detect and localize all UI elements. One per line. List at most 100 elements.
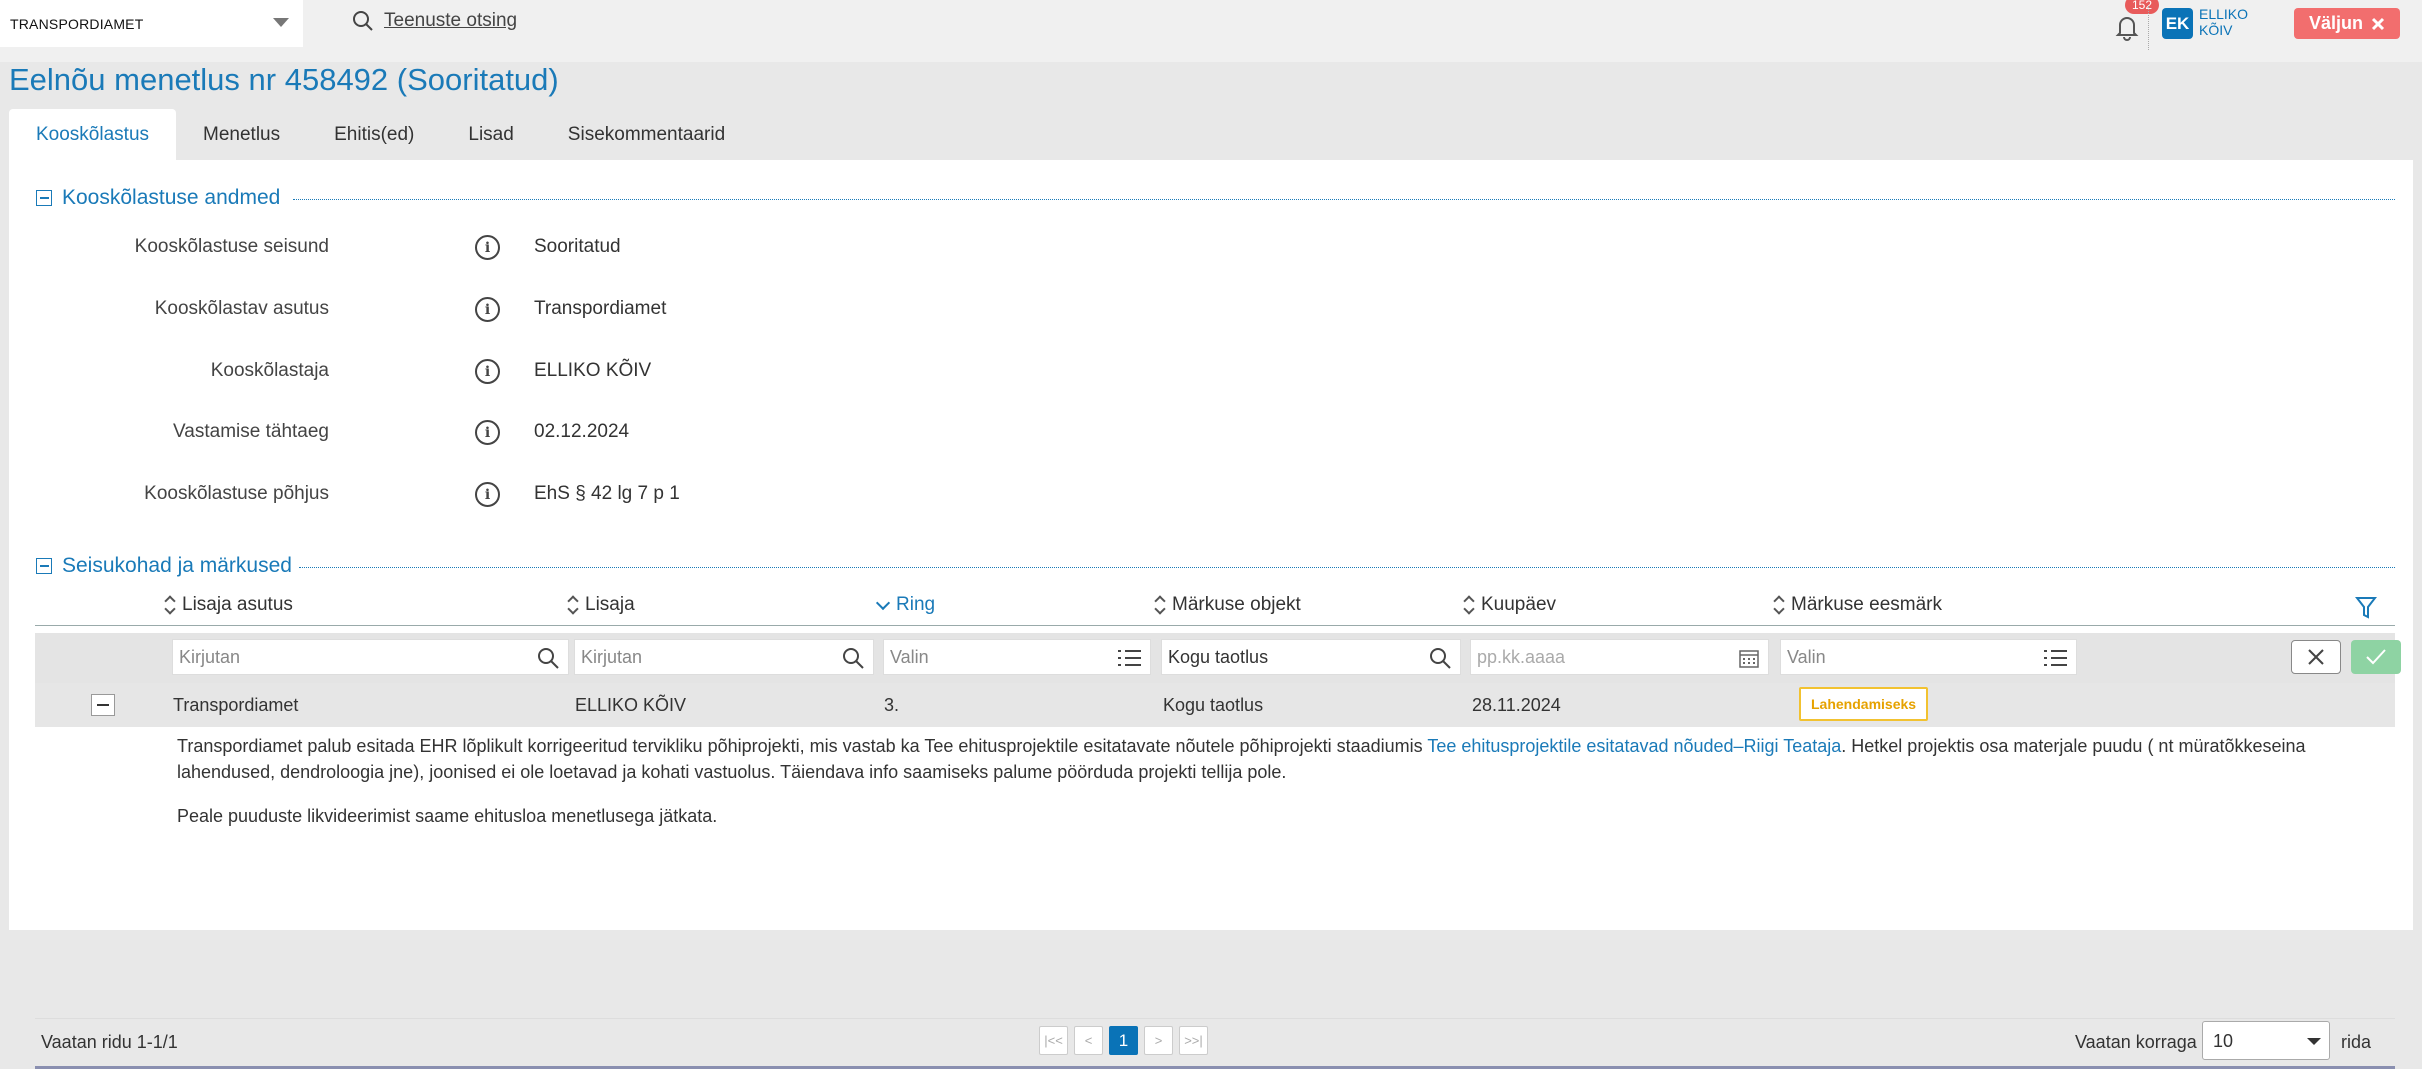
- list-icon[interactable]: [1116, 646, 1142, 670]
- field-label: Kooskõlastav asutus: [154, 298, 329, 319]
- section-header-kooskolastuse-andmed[interactable]: Kooskõlastuse andmed: [36, 186, 280, 210]
- section-title: Seisukohad ja märkused: [62, 554, 292, 577]
- section-header-seisukohad[interactable]: Seisukohad ja märkused: [36, 554, 292, 578]
- tab-bar: Kooskõlastus Menetlus Ehitis(ed) Lisad S…: [9, 109, 752, 160]
- per-page-value: 10: [2213, 1031, 2234, 1051]
- top-bar: TRANSPORDIAMET Teenuste otsing 152 EK EL…: [0, 0, 2422, 62]
- bell-icon[interactable]: [2112, 12, 2142, 42]
- sort-icon: [1463, 595, 1475, 615]
- avatar[interactable]: EK: [2162, 8, 2193, 39]
- collapse-row-icon[interactable]: [91, 694, 115, 716]
- filter-lisaja-input[interactable]: Kirjutan: [574, 639, 874, 675]
- per-page-label: Vaatan korraga: [2075, 1032, 2197, 1052]
- field-value: Transpordiamet: [534, 298, 667, 319]
- sort-icon: [1773, 595, 1785, 615]
- search-icon[interactable]: [841, 646, 865, 670]
- last-page-button[interactable]: >>|: [1179, 1026, 1208, 1055]
- column-header-lisaja[interactable]: Lisaja: [567, 594, 635, 616]
- info-icon[interactable]: i: [475, 359, 500, 384]
- clear-filter-button[interactable]: [2291, 640, 2341, 674]
- filter-lisaja-asutus-input[interactable]: Kirjutan: [172, 639, 569, 675]
- cell-ring: 3.: [884, 695, 900, 715]
- status-badge: Lahendamiseks: [1799, 687, 1929, 721]
- field-row: Kooskõlastuse seisund i Sooritatud: [9, 232, 709, 262]
- column-label: Kuupäev: [1481, 594, 1557, 615]
- column-label: Lisaja asutus: [182, 594, 293, 615]
- regulation-link[interactable]: Tee ehitusprojektile esitatavad nõuded–R…: [1427, 736, 1841, 756]
- notification-count-badge: 152: [2125, 0, 2159, 14]
- filter-kuupaev-input[interactable]: pp.kk.aaaa: [1470, 639, 1769, 675]
- logout-button[interactable]: Väljun: [2294, 8, 2400, 39]
- field-value: EhS § 42 lg 7 p 1: [534, 483, 680, 504]
- section-title: Kooskõlastuse andmed: [62, 186, 281, 209]
- user-first-name: ELLIKO: [2199, 6, 2249, 22]
- column-header-lisaja-asutus[interactable]: Lisaja asutus: [164, 594, 293, 616]
- filter-placeholder: Valin: [890, 646, 929, 667]
- close-icon: [2308, 649, 2324, 665]
- column-header-markuse-eesmark[interactable]: Märkuse eesmärk: [1773, 594, 1942, 616]
- filter-ring-select[interactable]: Valin: [883, 639, 1151, 675]
- chevron-down-icon: [2307, 1038, 2321, 1045]
- prev-page-button[interactable]: <: [1074, 1026, 1103, 1055]
- remark-paragraph: Peale puuduste likvideerimist saame ehit…: [177, 806, 718, 826]
- column-header-kuupaev[interactable]: Kuupäev: [1463, 594, 1556, 616]
- tab-lisad[interactable]: Lisad: [441, 109, 540, 160]
- close-icon: [2371, 17, 2385, 30]
- column-label: Märkuse objekt: [1172, 594, 1301, 615]
- user-name[interactable]: ELLIKO KÕIV: [2199, 6, 2269, 38]
- tab-kooskolastus[interactable]: Kooskõlastus: [9, 109, 177, 160]
- column-header-ring[interactable]: Ring: [876, 594, 935, 616]
- calendar-icon[interactable]: [1738, 647, 1760, 669]
- organization-select-value: TRANSPORDIAMET: [10, 15, 144, 32]
- filter-markuse-objekt-input[interactable]: Kogu taotlus: [1161, 639, 1461, 675]
- search-icon[interactable]: [1428, 646, 1452, 670]
- per-page-select[interactable]: 10: [2202, 1021, 2330, 1060]
- info-icon[interactable]: i: [475, 297, 500, 322]
- cell-kuupaev: 28.11.2024: [1472, 695, 1561, 715]
- collapse-icon[interactable]: [36, 190, 52, 206]
- info-icon[interactable]: i: [475, 235, 500, 260]
- next-page-button[interactable]: >: [1144, 1026, 1173, 1055]
- field-label: Kooskõlastaja: [210, 360, 329, 381]
- divider: [2148, 6, 2149, 50]
- page-button-current[interactable]: 1: [1109, 1026, 1138, 1055]
- sort-icon: [567, 595, 579, 615]
- field-row: Vastamise tähtaeg i 02.12.2024: [9, 417, 709, 447]
- filter-placeholder: Valin: [1787, 646, 1826, 667]
- footer-divider: [35, 1018, 2395, 1019]
- service-search-link[interactable]: Teenuste otsing: [352, 10, 517, 32]
- filter-placeholder: Kirjutan: [179, 646, 241, 667]
- checkmark-icon: [2366, 649, 2386, 665]
- filter-markuse-eesmark-select[interactable]: Valin: [1780, 639, 2077, 675]
- table-row[interactable]: Transpordiamet ELLIKO KÕIV 3. Kogu taotl…: [35, 683, 2395, 727]
- list-icon[interactable]: [2042, 646, 2068, 670]
- remark-paragraph: Transpordiamet palub esitada EHR lõpliku…: [177, 733, 2367, 785]
- tab-ehitised[interactable]: Ehitis(ed): [307, 109, 441, 160]
- section-divider: [299, 567, 2395, 568]
- info-icon[interactable]: i: [475, 482, 500, 507]
- collapse-icon[interactable]: [36, 558, 52, 574]
- filter-row: Kirjutan Kirjutan Valin Kogu taotlus pp.…: [35, 633, 2401, 683]
- rows-suffix: rida: [2341, 1032, 2372, 1052]
- first-page-button[interactable]: |<<: [1039, 1026, 1068, 1055]
- sort-icon: [1154, 595, 1166, 615]
- remark-detail: Transpordiamet palub esitada EHR lõpliku…: [177, 733, 2367, 847]
- cell-markuse-objekt: Kogu taotlus: [1163, 695, 1264, 715]
- column-header-markuse-objekt[interactable]: Märkuse objekt: [1154, 594, 1301, 616]
- user-last-name: KÕIV: [2199, 22, 2233, 38]
- info-icon[interactable]: i: [475, 420, 500, 445]
- filter-icon[interactable]: [2355, 596, 2377, 620]
- tab-sisekommentaarid[interactable]: Sisekommentaarid: [541, 109, 752, 160]
- apply-filter-button[interactable]: [2351, 640, 2401, 674]
- filter-placeholder: pp.kk.aaaa: [1477, 646, 1566, 667]
- organization-select[interactable]: TRANSPORDIAMET: [0, 0, 303, 47]
- search-icon[interactable]: [536, 646, 560, 670]
- page-title: Eelnõu menetlus nr 458492 (Sooritatud): [9, 62, 559, 97]
- field-row: Kooskõlastaja i ELLIKO KÕIV: [9, 356, 709, 386]
- search-icon: [353, 11, 373, 31]
- cell-lisaja-asutus: Transpordiamet: [173, 695, 299, 715]
- tab-menetlus[interactable]: Menetlus: [176, 109, 307, 160]
- column-label: Märkuse eesmärk: [1791, 594, 1942, 615]
- service-search-label: Teenuste otsing: [384, 10, 518, 31]
- pagination: |<< < 1 > >>|: [1039, 1026, 1208, 1055]
